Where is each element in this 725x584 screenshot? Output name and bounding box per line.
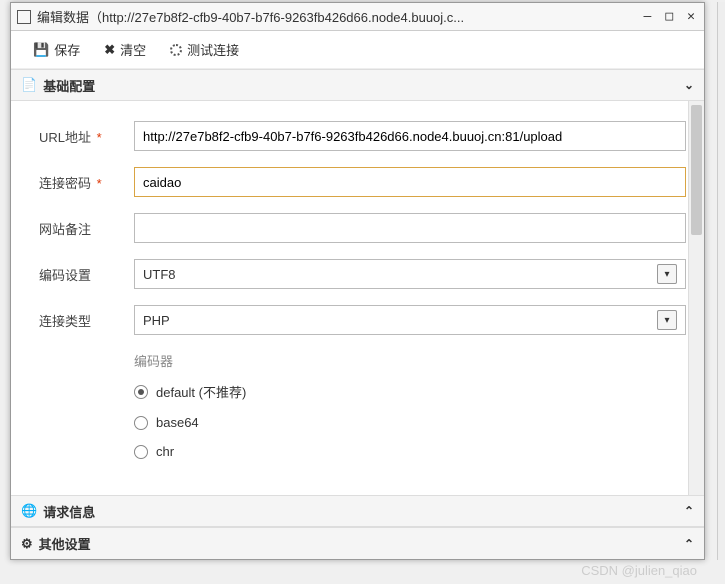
maximize-button[interactable]: □ [662,9,676,24]
form-area: URL地址 * 连接密码 * 网站备注 编码设置 UTF8 ▾ 连接类型 PHP… [11,101,704,495]
close-button[interactable]: ✕ [684,9,698,24]
encoding-label: 编码设置 [39,265,134,284]
chevron-down-icon: ⌄ [684,78,694,92]
minimize-button[interactable]: – [641,9,655,24]
chevron-up-icon: ⌃ [684,504,694,518]
type-value: PHP [143,313,657,328]
toolbar: 💾 保存 ✖ 清空 测试连接 [11,31,704,69]
encoder-option-chr[interactable]: chr [134,444,686,459]
document-icon: 📄 [21,77,37,93]
encoder-option-default[interactable]: default (不推荐) [134,382,686,401]
clear-icon: ✖ [104,42,115,58]
window-icon [17,10,31,24]
section-basic-title: 基础配置 [43,76,95,95]
globe-icon: 🌐 [21,503,37,519]
scrollbar-thumb[interactable] [691,105,702,235]
encoder-label: base64 [156,415,199,430]
clear-label: 清空 [120,40,146,59]
radio-icon [134,416,148,430]
watermark: CSDN @julien_qiao [581,563,697,578]
password-label: 连接密码 * [39,173,134,192]
test-label: 测试连接 [187,40,239,59]
encoder-option-base64[interactable]: base64 [134,415,686,430]
row-type: 连接类型 PHP ▾ [39,305,686,335]
section-other-title: 其他设置 [39,534,91,553]
save-icon: 💾 [33,42,49,58]
row-url: URL地址 * [39,121,686,151]
save-label: 保存 [54,40,80,59]
encoder-block: 编码器 default (不推荐) base64 chr [134,351,686,459]
dialog-window: 编辑数据（http://27e7b8f2-cfb9-40b7-b7f6-9263… [10,2,705,560]
row-remark: 网站备注 [39,213,686,243]
window-controls: – □ ✕ [641,9,698,24]
save-button[interactable]: 💾 保存 [21,35,92,64]
spinner-icon [170,44,182,56]
chevron-up-icon: ⌃ [684,537,694,551]
chevron-down-icon[interactable]: ▾ [657,310,677,330]
section-basic-header[interactable]: 📄 基础配置 ⌄ [11,69,704,101]
section-request-header[interactable]: 🌐 请求信息 ⌃ [11,495,704,527]
password-input[interactable] [134,167,686,197]
encoding-value: UTF8 [143,267,657,282]
test-connection-button[interactable]: 测试连接 [158,35,251,64]
row-password: 连接密码 * [39,167,686,197]
chevron-down-icon[interactable]: ▾ [657,264,677,284]
encoder-label: default (不推荐) [156,382,246,401]
type-select[interactable]: PHP ▾ [134,305,686,335]
radio-icon [134,445,148,459]
type-label: 连接类型 [39,311,134,330]
remark-label: 网站备注 [39,219,134,238]
url-input[interactable] [134,121,686,151]
encoding-select[interactable]: UTF8 ▾ [134,259,686,289]
row-encoding: 编码设置 UTF8 ▾ [39,259,686,289]
url-label: URL地址 * [39,127,134,146]
remark-input[interactable] [134,213,686,243]
encoder-title: 编码器 [134,351,686,370]
section-other-header[interactable]: ⚙ 其他设置 ⌃ [11,527,704,559]
encoder-label: chr [156,444,174,459]
clear-button[interactable]: ✖ 清空 [92,35,158,64]
gear-icon: ⚙ [21,536,33,552]
right-pane-edge [717,2,725,560]
radio-icon [134,385,148,399]
section-request-title: 请求信息 [43,502,95,521]
titlebar[interactable]: 编辑数据（http://27e7b8f2-cfb9-40b7-b7f6-9263… [11,3,704,31]
scrollbar[interactable] [688,101,704,495]
window-title: 编辑数据（http://27e7b8f2-cfb9-40b7-b7f6-9263… [37,7,641,26]
